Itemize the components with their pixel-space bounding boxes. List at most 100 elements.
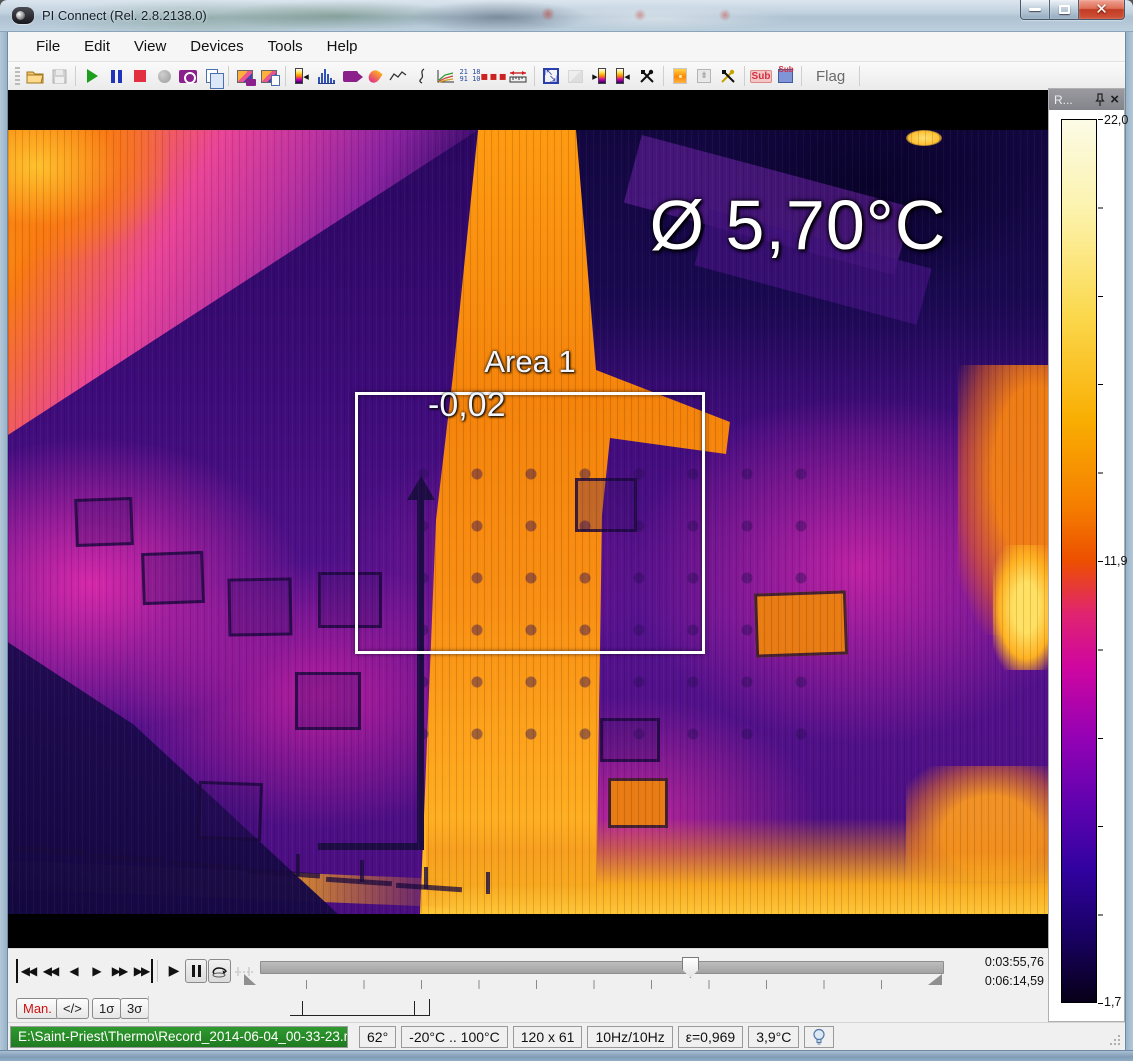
temperature-colorbar[interactable] [1061,119,1097,1003]
skylight [600,718,660,762]
file-path-field[interactable]: E:\Saint-Priest\Thermo\Record_2014-06-04… [10,1026,348,1048]
playback-total-time: 0:06:14,59 [934,972,1044,991]
skylight [227,577,292,636]
layout-icon[interactable] [563,64,587,88]
panel-close-icon[interactable]: × [1110,92,1119,107]
emissivity-field[interactable]: ε=0,969 [678,1026,743,1048]
pin-icon[interactable] [1094,93,1106,107]
colorbar-ticks [1098,119,1103,1004]
measure-ruler-icon[interactable] [506,64,530,88]
resize-grip[interactable] [1108,1033,1121,1046]
histogram-range-widget[interactable] [290,999,430,1016]
record-icon[interactable] [152,64,176,88]
digital-display-icon[interactable]: 21 1891 10 [458,64,482,88]
thermal-image-view[interactable]: Ø 5,70°C Area 1 -0,02 [8,90,1048,948]
thermal-cool-wedge [8,598,338,914]
save-icon[interactable] [47,64,71,88]
temperature-range-field[interactable]: -20°C .. 100°C [401,1026,508,1048]
thermal-pipe [318,843,424,850]
lens-angle-field[interactable]: 62° [359,1026,396,1048]
titlebar[interactable]: PI Connect (Rel. 2.8.2138.0) ✕ [0,0,1133,32]
pause-icon[interactable] [104,64,128,88]
menu-file[interactable]: File [24,34,72,59]
temp-time-chart-icon[interactable] [386,64,410,88]
panel-title: R... [1054,93,1094,107]
thermal-bright-spot [993,545,1048,670]
palette-shift-up-icon[interactable]: ▸ [587,64,611,88]
ambient-temperature-field[interactable]: 3,9°C [748,1026,799,1048]
railing-post [360,860,364,882]
panel-header[interactable]: R... × [1049,89,1124,110]
menu-devices[interactable]: Devices [178,34,255,59]
save-image-icon[interactable] [233,64,257,88]
skip-to-end-button[interactable]: ▶▶ [131,959,153,983]
settings-tools-icon[interactable] [635,64,659,88]
menu-tools[interactable]: Tools [256,34,315,59]
scaling-controls-row: Man. </> 1σ 3σ [8,996,1048,1022]
thermal-hot-corner [8,130,168,260]
menu-help[interactable]: Help [315,34,370,59]
menu-edit[interactable]: Edit [72,34,122,59]
auto-fit-icon[interactable]: ⇟ [692,64,716,88]
profile-curve-icon[interactable] [410,64,434,88]
step-forward-button[interactable]: ▶ [85,959,107,983]
scale-max-label: 22,0 [1104,113,1128,127]
red-dashes-icon[interactable]: ▪▪▪ [482,64,506,88]
window-frame-bottom [0,1050,1133,1061]
code-scaling-button[interactable]: </> [56,998,89,1019]
histogram-icon[interactable] [314,64,338,88]
timeline-ticks [306,980,938,989]
timeline-range-start-handle[interactable] [244,974,256,985]
menu-view[interactable]: View [122,34,178,59]
seek-forward-button[interactable]: ▶▶ [108,959,130,983]
measure-area-rect[interactable] [355,392,705,654]
timeline-position-thumb[interactable] [682,957,699,978]
minimize-icon [1029,8,1041,11]
palette-tools-icon[interactable] [716,64,740,88]
subtract-frame-icon[interactable]: Sub [749,64,773,88]
multi-line-chart-icon[interactable] [434,64,458,88]
open-file-icon[interactable] [23,64,47,88]
palette-gradient-icon[interactable] [668,64,692,88]
frame-rate-field[interactable]: 10Hz/10Hz [587,1026,672,1048]
sigma3-scaling-button[interactable]: 3σ [120,998,149,1019]
play-button[interactable]: ▶ [162,959,184,983]
loop-button[interactable] [208,959,231,983]
snapshot-camera-icon[interactable] [176,64,200,88]
palette-shift-down-icon[interactable]: ◂ [611,64,635,88]
toolbar: ◂ 21 1891 10 ▪▪▪ ▸ ◂ ⇟ Sub [8,62,1125,90]
measure-area-name: Area 1 [355,344,705,380]
close-button[interactable]: ✕ [1079,0,1125,20]
flag-button[interactable]: Flag [806,68,855,85]
palette-export-icon[interactable]: ◂ [290,64,314,88]
copy-icon[interactable] [200,64,224,88]
reference-bar-panel: R... × 22,0 11,9 1,7 [1048,88,1125,1022]
play-icon[interactable] [80,64,104,88]
fullscreen-icon[interactable] [539,64,563,88]
pause-button[interactable] [185,959,207,983]
resolution-field[interactable]: 120 x 61 [513,1026,583,1048]
skylight [295,672,361,730]
subtract-save-icon[interactable] [773,64,797,88]
railing-post [296,854,300,876]
divider [148,996,149,1022]
average-temperature-label: Ø 5,70°C [588,190,1008,260]
minimize-button[interactable] [1020,0,1050,20]
timeline-track[interactable] [260,961,944,974]
thermal-hot-band [426,818,1048,914]
maximize-button[interactable] [1050,0,1079,20]
stop-icon[interactable] [128,64,152,88]
step-back-button[interactable]: ◀ [62,959,84,983]
copy-image-icon[interactable] [257,64,281,88]
skylight [197,781,263,841]
status-bar: E:\Saint-Priest\Thermo\Record_2014-06-04… [8,1022,1125,1050]
window-title: PI Connect (Rel. 2.8.2138.0) [42,8,207,23]
toolbar-grip[interactable] [15,67,20,85]
sigma1-scaling-button[interactable]: 1σ [92,998,121,1019]
skip-to-start-button[interactable]: ◀◀ [16,959,38,983]
manual-scaling-button[interactable]: Man. [16,998,59,1019]
paint-icon[interactable] [362,64,386,88]
video-recorder-icon[interactable] [338,64,362,88]
seek-backward-button[interactable]: ◀◀ [39,959,61,983]
bulb-icon[interactable] [804,1026,834,1048]
